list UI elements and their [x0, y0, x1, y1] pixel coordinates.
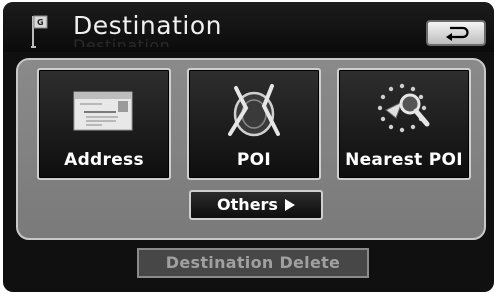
page-title: Destination [73, 11, 222, 40]
poi-button[interactable]: POI [187, 68, 321, 180]
back-button[interactable] [426, 20, 486, 46]
destination-menu-panel: Address POI Nearest POI Others [16, 58, 486, 240]
svg-text:G: G [37, 18, 44, 27]
poi-label: POI [236, 150, 272, 170]
address-label: Address [64, 150, 144, 170]
nearest-poi-button[interactable]: Nearest POI [337, 68, 471, 180]
screen: G Destination Destination [0, 0, 497, 294]
page-title-reflection: Destination [73, 38, 170, 47]
play-arrow-icon [284, 199, 295, 211]
nearest-poi-label: Nearest POI [345, 150, 463, 170]
return-arrow-icon [446, 26, 469, 41]
title-bar: G Destination Destination [3, 2, 494, 52]
address-button[interactable]: Address [37, 68, 171, 180]
navigation-screen: G Destination Destination [3, 2, 494, 292]
nearest-poi-icon [377, 83, 430, 133]
flag-icon: G [31, 15, 48, 48]
address-card-icon [73, 91, 133, 131]
destination-delete-button[interactable]: Destination Delete [137, 248, 369, 278]
destination-delete-label: Destination Delete [165, 253, 341, 272]
others-label: Others [217, 195, 278, 214]
others-button[interactable]: Others [189, 190, 323, 220]
plate-cutlery-icon [228, 84, 280, 137]
